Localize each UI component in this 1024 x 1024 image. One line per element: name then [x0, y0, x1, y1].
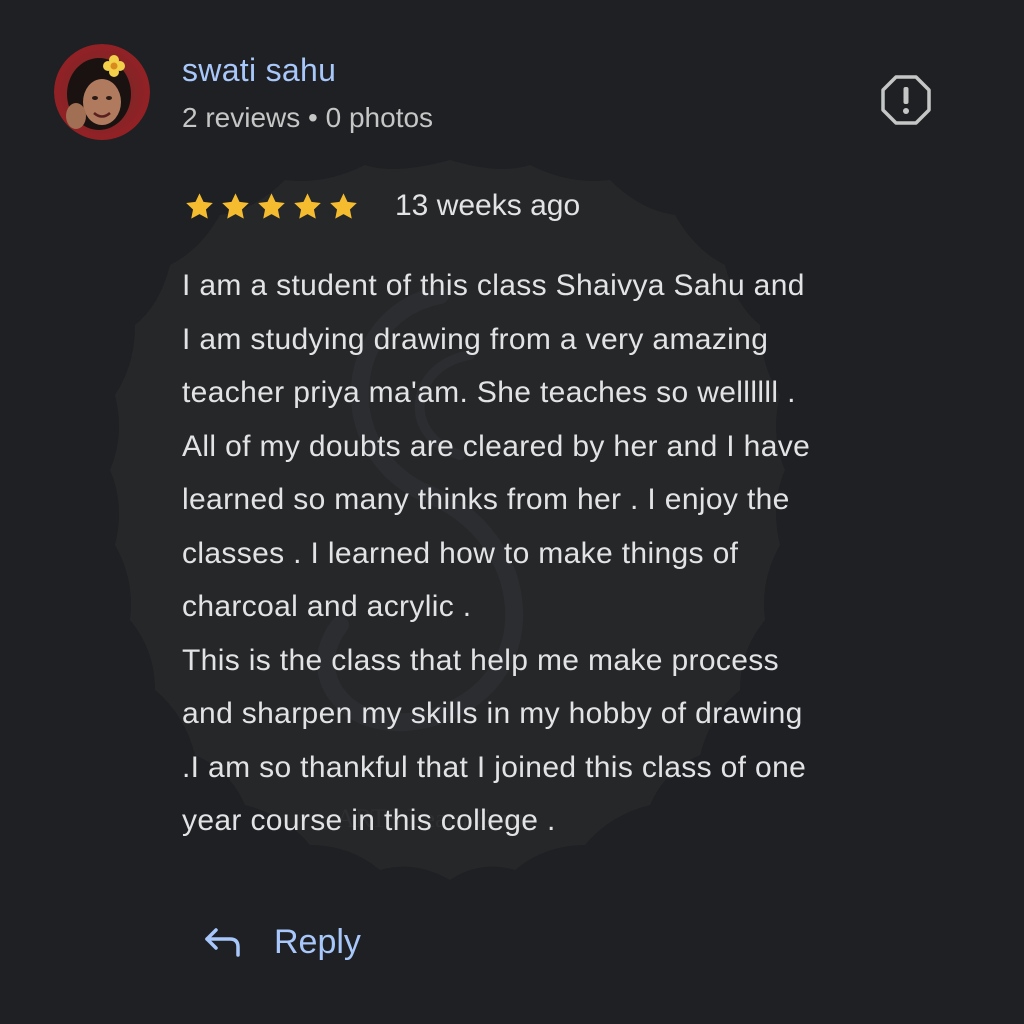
reply-button[interactable]: Reply	[202, 912, 361, 972]
reply-label: Reply	[274, 922, 361, 961]
review-time: 13 weeks ago	[395, 189, 581, 222]
star-filled-icon	[222, 192, 249, 219]
review-card: ARTS Learn Earn swati sahu 2 reviews • 0…	[0, 0, 1024, 1024]
star-filled-icon	[258, 192, 285, 219]
profile-photo-icon	[54, 44, 150, 140]
star-filled-icon	[186, 192, 213, 219]
star-rating	[184, 191, 359, 222]
alert-octagon-icon	[881, 75, 931, 125]
avatar[interactable]	[54, 44, 150, 140]
star-filled-icon	[294, 192, 321, 219]
rating-row: 13 weeks ago	[184, 182, 580, 230]
reply-arrow-icon	[205, 928, 240, 957]
review-text: I am a student of this class Shaivya Sah…	[182, 269, 811, 837]
reviewer-meta: 2 reviews • 0 photos	[182, 102, 434, 133]
report-review-button[interactable]	[876, 70, 936, 130]
reviewer-name[interactable]: swati sahu	[182, 50, 336, 90]
star-filled-icon	[330, 192, 357, 219]
